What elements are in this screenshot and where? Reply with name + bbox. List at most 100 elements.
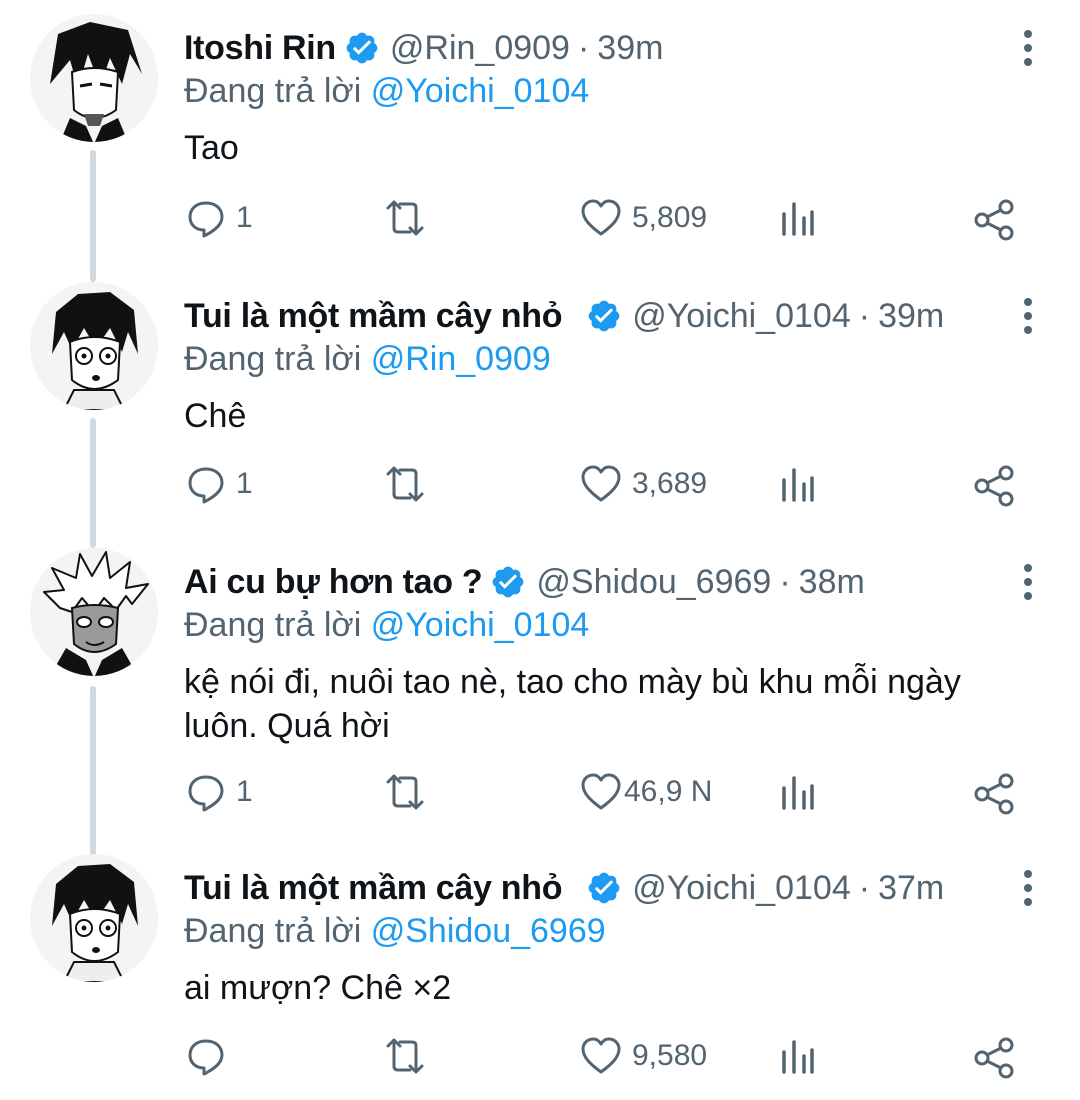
share-button[interactable] <box>972 772 1016 816</box>
like-count: 5,809 <box>632 201 708 234</box>
like-button[interactable]: 9,580 <box>580 1036 707 1076</box>
mention-link[interactable]: @Shidou_6969 <box>371 912 606 950</box>
retweet-button[interactable] <box>382 464 428 504</box>
tweet[interactable]: Ai cu bự hơn tao ? @Shidou_6969 · 38m Đa… <box>0 534 1080 844</box>
avatar[interactable] <box>30 14 158 142</box>
tweet-text: Chê <box>184 397 247 435</box>
share-nodes-icon <box>974 465 1014 507</box>
more-vertical-icon[interactable] <box>1020 868 1036 908</box>
analytics-bars-icon <box>782 468 814 502</box>
separator: · <box>779 562 791 601</box>
share-nodes-icon <box>974 773 1014 815</box>
like-count: 3,689 <box>632 467 708 500</box>
mention-link[interactable]: @Rin_0909 <box>371 340 551 378</box>
tweet[interactable]: Tui là một mầm cây nhỏ @Yoichi_0104 · 39… <box>0 268 1080 536</box>
separator: · <box>858 296 871 335</box>
display-name[interactable]: Tui là một mầm cây nhỏ <box>184 869 562 908</box>
verified-badge-icon <box>586 298 622 334</box>
tweet[interactable]: Tui là một mầm cây nhỏ @Yoichi_0104 · 37… <box>0 840 1080 1100</box>
reply-bubble-icon <box>188 201 224 238</box>
retweet-icon <box>386 200 424 236</box>
verified-badge-icon <box>586 870 622 906</box>
analytics-bars-icon <box>782 776 814 810</box>
views-button[interactable] <box>778 1036 818 1076</box>
more-vertical-icon[interactable] <box>1020 562 1036 602</box>
avatar[interactable] <box>30 854 158 982</box>
views-button[interactable] <box>778 464 818 504</box>
display-name[interactable]: Ai cu bự hơn tao ? <box>184 563 483 602</box>
retweet-icon <box>386 1038 424 1074</box>
handle[interactable]: @Yoichi_0104 <box>632 297 851 336</box>
handle[interactable]: @Yoichi_0104 <box>632 869 851 908</box>
handle[interactable]: @Rin_0909 <box>390 29 570 68</box>
share-button[interactable] <box>972 198 1016 242</box>
like-count: 46,9 N <box>624 775 713 808</box>
share-nodes-icon <box>974 199 1014 241</box>
avatar[interactable] <box>30 282 158 410</box>
heart-icon <box>581 465 621 502</box>
tweet-text: ai mượn? Chê ×2 <box>184 969 452 1007</box>
heart-icon <box>581 773 621 810</box>
analytics-bars-icon <box>782 202 814 236</box>
more-vertical-icon[interactable] <box>1020 28 1036 68</box>
reply-button[interactable]: 1 <box>186 464 253 504</box>
tweet-header: Tui là một mầm cây nhỏ @Yoichi_0104 · 39… <box>184 294 944 338</box>
timestamp[interactable]: 38m <box>799 563 865 602</box>
heart-icon <box>581 199 621 236</box>
timestamp[interactable]: 37m <box>878 869 944 908</box>
tweet-text: kệ nói đi, nuôi tao nè, tao cho mày bù k… <box>184 663 961 745</box>
reply-count: 1 <box>236 201 253 234</box>
views-button[interactable] <box>778 772 818 812</box>
action-bar: 9,580 <box>0 1036 1080 1086</box>
reply-button[interactable] <box>186 1036 236 1076</box>
replying-to: Đang trả lời @Yoichi_0104 <box>184 606 589 645</box>
like-button[interactable]: 46,9 N <box>580 772 712 812</box>
mention-link[interactable]: @Yoichi_0104 <box>371 606 590 644</box>
handle[interactable]: @Shidou_6969 <box>536 563 771 602</box>
action-bar: 1 46,9 N <box>0 772 1080 822</box>
separator: · <box>577 28 590 67</box>
display-name[interactable]: Itoshi Rin <box>184 29 336 68</box>
replying-to-label: Đang trả lời <box>184 606 362 644</box>
timestamp[interactable]: 39m <box>878 297 944 336</box>
verified-badge-icon <box>344 30 380 66</box>
replying-to-label: Đang trả lời <box>184 912 362 950</box>
replying-to-label: Đang trả lời <box>184 340 362 378</box>
action-bar: 1 3,689 <box>0 464 1080 514</box>
retweet-icon <box>386 774 424 810</box>
share-button[interactable] <box>972 464 1016 508</box>
reply-button[interactable]: 1 <box>186 198 253 238</box>
reply-bubble-icon <box>188 467 224 504</box>
reply-count: 1 <box>236 467 253 500</box>
avatar[interactable] <box>30 548 158 676</box>
replying-to: Đang trả lời @Yoichi_0104 <box>184 72 589 111</box>
replying-to: Đang trả lời @Shidou_6969 <box>184 912 606 951</box>
timestamp[interactable]: 39m <box>597 29 663 68</box>
share-button[interactable] <box>972 1036 1016 1080</box>
display-name[interactable]: Tui là một mầm cây nhỏ <box>184 297 562 336</box>
analytics-bars-icon <box>782 1040 814 1074</box>
retweet-icon <box>386 466 424 502</box>
replying-to: Đang trả lời @Rin_0909 <box>184 340 551 379</box>
like-button[interactable]: 3,689 <box>580 464 707 504</box>
reply-bubble-icon <box>188 775 224 812</box>
reply-button[interactable]: 1 <box>186 772 253 812</box>
tweet-header: Tui là một mầm cây nhỏ @Yoichi_0104 · 37… <box>184 866 944 910</box>
reply-count: 1 <box>236 775 253 808</box>
retweet-button[interactable] <box>382 198 428 238</box>
more-vertical-icon[interactable] <box>1020 296 1036 336</box>
tweet[interactable]: Itoshi Rin @Rin_0909 · 39m Đang trả lời … <box>0 0 1080 270</box>
tweet-header: Itoshi Rin @Rin_0909 · 39m <box>184 26 663 70</box>
replying-to-label: Đang trả lời <box>184 72 362 110</box>
share-nodes-icon <box>974 1037 1014 1079</box>
retweet-button[interactable] <box>382 1036 428 1076</box>
views-button[interactable] <box>778 198 818 238</box>
mention-link[interactable]: @Yoichi_0104 <box>371 72 590 110</box>
tweet-text: Tao <box>184 129 239 167</box>
retweet-button[interactable] <box>382 772 428 812</box>
reply-bubble-icon <box>188 1039 224 1076</box>
like-count: 9,580 <box>632 1039 708 1072</box>
separator: · <box>858 868 871 907</box>
tweet-header: Ai cu bự hơn tao ? @Shidou_6969 · 38m <box>184 560 865 604</box>
like-button[interactable]: 5,809 <box>580 198 707 238</box>
